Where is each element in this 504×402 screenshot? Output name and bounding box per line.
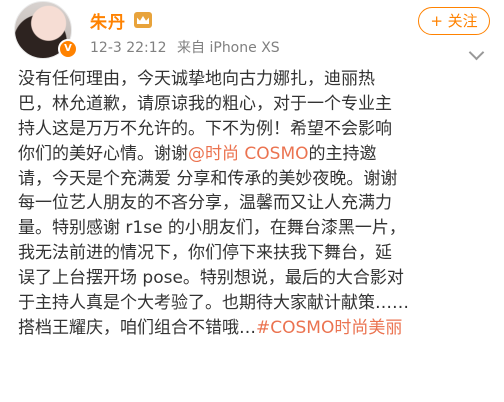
mention-link[interactable]: @时尚 COSMO (188, 144, 309, 164)
post-text-segment: 搭档王耀庆，咱们组合不错哦… (18, 317, 256, 338)
post-text-segment: 于主持人真是个大考验了。也期待大家献计献策…… (18, 293, 409, 314)
chevron-down-icon[interactable] (468, 44, 485, 61)
post-text-segment: 巴，林允道歉，请原谅我的粗心，对于一个专业主 (18, 93, 392, 114)
post-text-segment: 你们的美好心情。谢谢 (18, 143, 188, 164)
post-source: 来自 iPhone XS (177, 40, 280, 56)
post-text-segment: 持人这是万万不允许的。下不为例！希望不会影响 (18, 118, 392, 139)
name-row: 朱丹 (90, 8, 152, 33)
post-text-segment: 没有任何理由，今天诚挚地向古力娜扎，迪丽热 (18, 69, 375, 89)
post-meta: 12-3 22:12 来自 iPhone XS (90, 37, 286, 57)
post-text-line: 于主持人真是个大考验了。也期待大家献计献策…… (18, 291, 494, 316)
post-text-line: 请，今天是个充满爱 分享和传承的美妙夜晚。谢谢 (18, 167, 494, 192)
avatar[interactable]: V (14, 1, 78, 61)
post-text-segment: 的主持邀 (308, 143, 377, 164)
post-text-line: 你们的美好心情。谢谢@时尚 COSMO的主持邀 (18, 142, 494, 167)
verified-badge-icon: V (58, 39, 78, 59)
post-text-line: 每一位艺人朋友的不吝分享，温馨而又让人充满力 (18, 191, 494, 216)
post-text-line: 持人这是万万不允许的。下不为例！希望不会影响 (18, 117, 494, 142)
post-text-line: 搭档王耀庆，咱们组合不错哦…#COSMO时尚美丽 (18, 316, 494, 341)
post-time: 12-3 22:12 (90, 40, 167, 56)
follow-button[interactable]: + 关注 (418, 7, 490, 35)
post-text-segment: 请，今天是个充满爱 分享和传承的美妙夜晚。谢谢 (18, 168, 398, 189)
post-text-line: 没有任何理由，今天诚挚地向古力娜扎，迪丽热 (18, 67, 494, 92)
post-text-line: 误了上台摆开场 pose。特别想说，最后的大合影对 (18, 266, 494, 291)
hashtag-link[interactable]: #COSMO时尚美丽 (256, 318, 402, 338)
post-text: 没有任何理由，今天诚挚地向古力娜扎，迪丽热 巴，林允道歉，请原谅我的粗心，对于一个… (18, 67, 494, 341)
username[interactable]: 朱丹 (90, 8, 126, 33)
post-text-segment: 量。特别感谢 r1se 的小朋友们，在舞台漆黑一片， (18, 218, 406, 239)
post-text-segment: 每一位艺人朋友的不吝分享，温馨而又让人充满力 (18, 193, 392, 214)
post-text-line: 巴，林允道歉，请原谅我的粗心，对于一个专业主 (18, 92, 494, 117)
post-text-segment: 我无法前进的情况下，你们停下来扶我下舞台，延 (18, 243, 392, 264)
crown-icon (134, 12, 152, 28)
post-header: V 朱丹 12-3 22:12 来自 iPhone XS + 关注 (0, 0, 504, 62)
post-text-line: 我无法前进的情况下，你们停下来扶我下舞台，延 (18, 241, 494, 266)
post-text-line: 量。特别感谢 r1se 的小朋友们，在舞台漆黑一片， (18, 216, 494, 241)
post-text-segment: 误了上台摆开场 pose。特别想说，最后的大合影对 (18, 268, 404, 289)
